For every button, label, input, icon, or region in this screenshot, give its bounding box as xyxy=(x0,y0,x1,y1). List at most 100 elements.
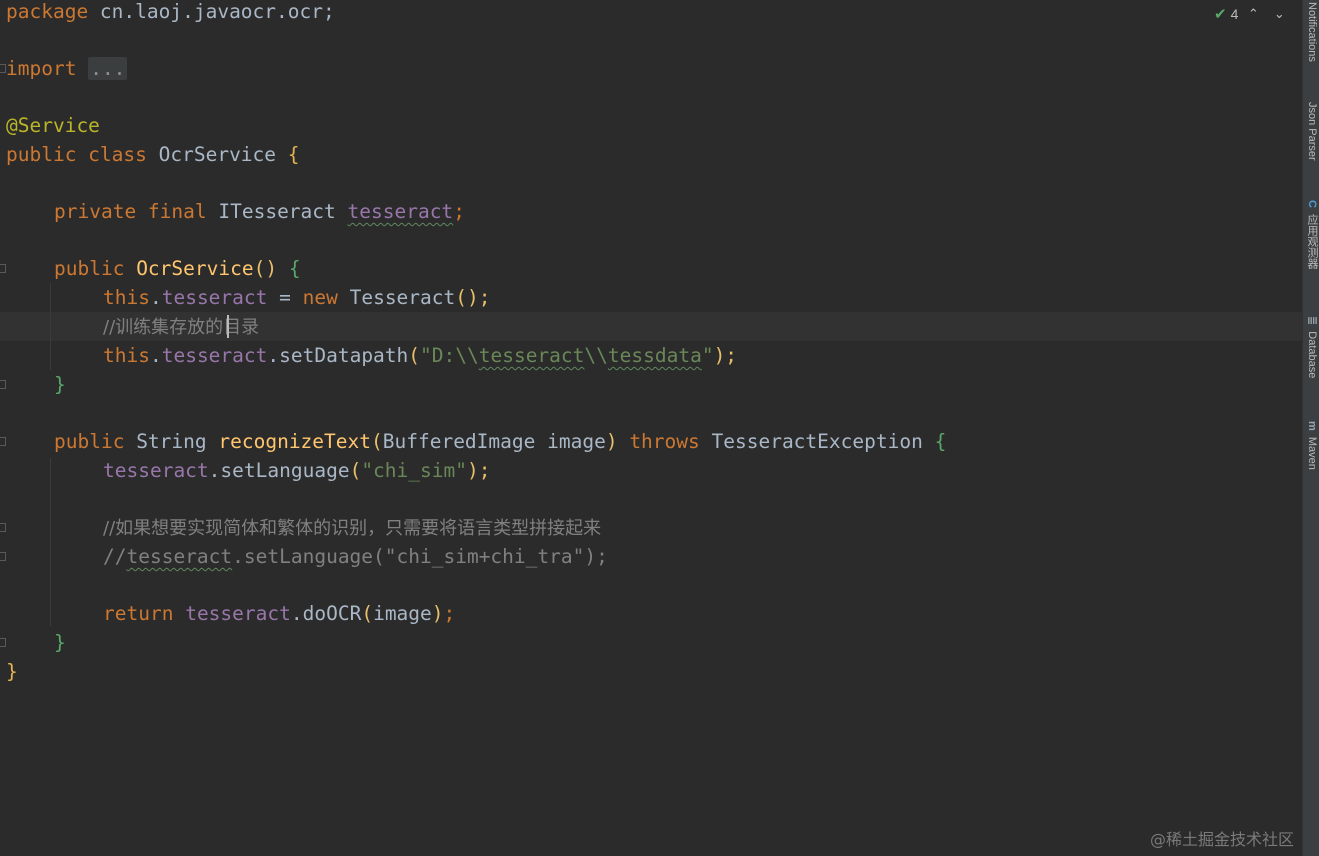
code-line-return[interactable]: return tesseract.doOCR(image); xyxy=(103,599,455,628)
brace: } xyxy=(54,631,66,654)
fold-marker-icon[interactable] xyxy=(0,380,6,389)
keyword: throws xyxy=(617,430,712,453)
argument: image xyxy=(373,602,432,625)
indent-guide xyxy=(50,283,51,370)
type-name: String xyxy=(124,430,219,453)
keyword: this xyxy=(103,344,150,367)
brace: { xyxy=(287,143,300,166)
param-name: image xyxy=(535,430,606,453)
type-name: ITesseract xyxy=(206,200,348,223)
string-literal: tessdata xyxy=(607,344,702,367)
tool-window-label: Maven xyxy=(1306,436,1318,470)
code-line-close-constructor[interactable]: } xyxy=(54,370,66,399)
field-name: tesseract xyxy=(185,602,291,625)
paren: ) xyxy=(605,430,618,453)
code-line-package[interactable]: package cn.laoj.javaocr.ocr; xyxy=(6,0,335,26)
app-observer-icon: C xyxy=(1306,200,1318,208)
tool-window-app-observer[interactable]: C 应用观测器 xyxy=(1304,200,1319,269)
keyword: this xyxy=(103,286,150,309)
code-line-class-decl[interactable]: public class OcrService { xyxy=(6,140,300,169)
brace: { xyxy=(288,257,301,280)
inspection-widget[interactable]: ✔ 4 ⌃ ⌄ xyxy=(1214,4,1290,24)
constructor-name: OcrService xyxy=(124,257,254,280)
paren: ); xyxy=(466,459,491,482)
paren: ( xyxy=(371,430,383,453)
code-line-annotation[interactable]: @Service xyxy=(6,111,100,140)
code-line-field[interactable]: private final ITesseract tesseract; xyxy=(54,197,465,226)
string-literal: "chi_sim" xyxy=(361,459,467,482)
string-literal: tesseract xyxy=(478,344,585,367)
code-line-constructor[interactable]: public OcrService() { xyxy=(54,254,301,283)
keyword: private final xyxy=(54,200,207,223)
code-line-close-method[interactable]: } xyxy=(54,628,66,657)
string-literal: "D:\\ xyxy=(420,344,479,367)
code-line-new-tesseract[interactable]: this.tesseract = new Tesseract(); xyxy=(103,283,491,312)
class-name: OcrService xyxy=(146,143,288,166)
tool-window-label: Database xyxy=(1306,331,1318,379)
tool-window-database[interactable]: ≣ Database xyxy=(1304,316,1319,378)
fold-marker-icon[interactable] xyxy=(0,523,6,532)
type-name: TesseractException xyxy=(711,430,935,453)
dot: . xyxy=(290,602,303,625)
operator: = xyxy=(267,286,303,309)
dot: . xyxy=(208,459,221,482)
code-line-set-language[interactable]: tesseract.setLanguage("chi_sim"); xyxy=(103,456,490,485)
right-tool-window-bar: Notifications Json Parser C 应用观测器 ≣ Data… xyxy=(1302,0,1319,856)
keyword: return xyxy=(103,602,174,625)
inspection-check-icon: ✔ xyxy=(1214,6,1227,23)
fold-marker-icon[interactable] xyxy=(0,552,6,561)
tool-window-label: Json Parser xyxy=(1306,102,1318,161)
fold-marker-icon[interactable] xyxy=(0,437,6,446)
paren: ( xyxy=(361,602,374,625)
method-call: doOCR xyxy=(302,602,362,625)
field-name: tesseract xyxy=(161,286,268,309)
watermark: @稀土掘金技术社区 xyxy=(1150,830,1295,849)
type-name: Tesseract xyxy=(337,286,456,309)
dot: . xyxy=(149,344,162,367)
tool-window-label: Notifications xyxy=(1306,2,1318,62)
paren: ) xyxy=(431,602,444,625)
keyword: public class xyxy=(6,143,147,166)
code-line-import[interactable]: import ... xyxy=(6,54,128,83)
tool-window-notifications[interactable]: Notifications xyxy=(1304,2,1319,62)
keyword: package xyxy=(6,0,89,23)
package-name: cn.laoj.javaocr.ocr; xyxy=(88,0,335,23)
paren: ( xyxy=(349,459,362,482)
code-line-set-datapath[interactable]: this.tesseract.setDatapath("D:\\tesserac… xyxy=(103,341,737,370)
string-literal: " xyxy=(701,344,714,367)
paren: ( xyxy=(408,344,421,367)
dot: . xyxy=(149,286,162,309)
next-highlight-button[interactable]: ⌄ xyxy=(1268,6,1290,22)
code-line-close-class[interactable]: } xyxy=(6,657,18,686)
parens: (); xyxy=(455,286,491,309)
previous-highlight-button[interactable]: ⌃ xyxy=(1242,6,1264,22)
code-editor[interactable]: package cn.laoj.javaocr.ocr; import ... … xyxy=(0,0,1302,856)
paren: ); xyxy=(713,344,738,367)
fold-marker-icon[interactable] xyxy=(0,264,6,273)
type-name: BufferedImage xyxy=(382,430,536,453)
import-fold-placeholder[interactable]: ... xyxy=(88,57,128,80)
keyword: import xyxy=(6,57,77,80)
maven-icon: m xyxy=(1306,421,1318,431)
parens: () xyxy=(253,257,278,280)
string-literal: \\ xyxy=(584,344,608,367)
brace: { xyxy=(934,430,947,453)
tool-window-json-parser[interactable]: Json Parser xyxy=(1304,102,1319,161)
code-line-method-decl[interactable]: public String recognizeText(BufferedImag… xyxy=(54,427,946,456)
method-name: recognizeText xyxy=(218,430,371,453)
code-line-commented-code[interactable]: //tesseract.setLanguage("chi_sim+chi_tra… xyxy=(103,542,608,571)
comment: // xyxy=(103,545,127,568)
comment: //如果想要实现简体和繁体的识别，只需要将语言类型拼接起来 xyxy=(103,518,602,539)
field-name: tesseract xyxy=(347,200,454,223)
brace: } xyxy=(6,660,18,683)
comment: //训练集存放的目录 xyxy=(103,317,260,338)
fold-marker-icon[interactable] xyxy=(0,638,6,647)
semicolon: ; xyxy=(443,602,456,625)
method-call: setLanguage xyxy=(220,459,350,482)
code-line-comment-train[interactable]: //训练集存放的目录 xyxy=(103,312,259,341)
tool-window-label: 应用观测器 xyxy=(1306,214,1318,270)
keyword: public xyxy=(54,257,125,280)
comment: tesseract xyxy=(126,545,233,568)
tool-window-maven[interactable]: m Maven xyxy=(1304,421,1319,470)
code-line-comment-combine[interactable]: //如果想要实现简体和繁体的识别，只需要将语言类型拼接起来 xyxy=(103,513,601,542)
